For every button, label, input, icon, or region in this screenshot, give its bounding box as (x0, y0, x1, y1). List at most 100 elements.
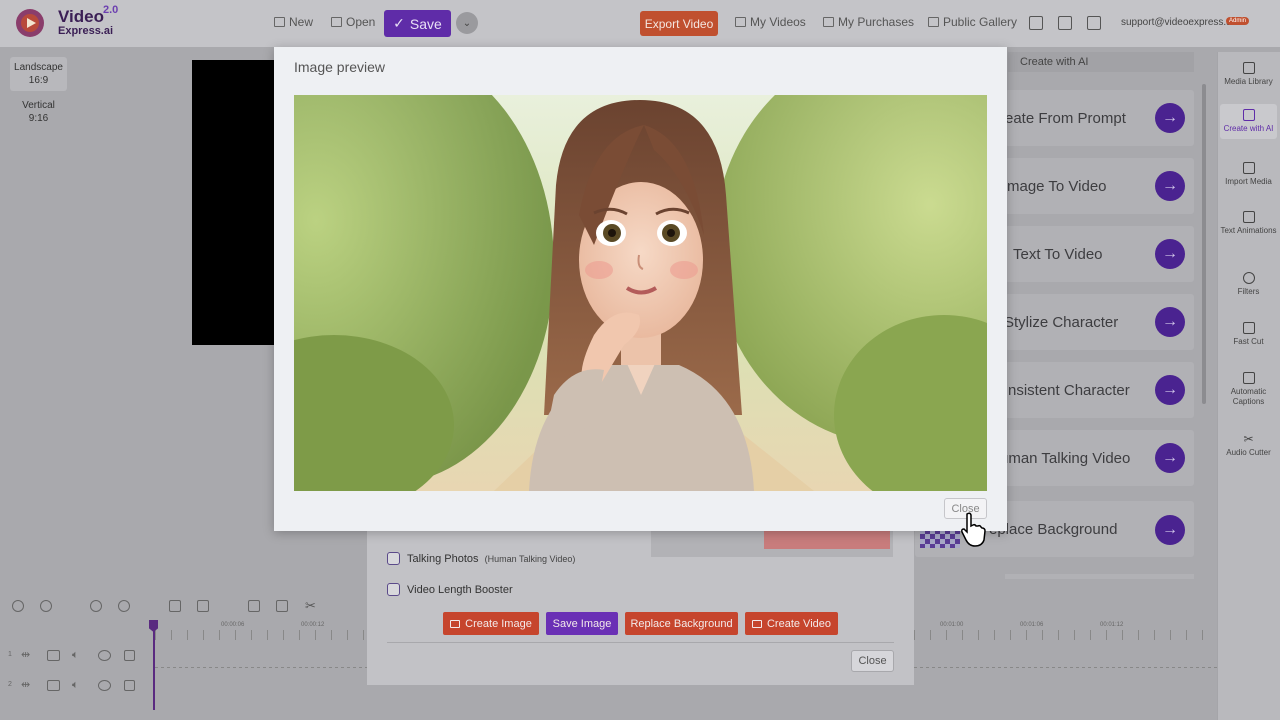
split-icon[interactable]: ⇹ (21, 650, 34, 661)
length-booster-label: Video Length Booster (407, 584, 513, 596)
lock-icon[interactable] (47, 680, 60, 691)
playhead[interactable] (153, 621, 155, 710)
modal-title: Image preview (294, 59, 386, 75)
replace-background-button[interactable]: Replace Background (625, 612, 738, 635)
admin-badge: Admin (1226, 17, 1250, 25)
track-number: 2 (8, 681, 12, 688)
chat-icon[interactable] (1058, 16, 1072, 30)
video-canvas[interactable] (192, 60, 274, 345)
track-divider (155, 667, 367, 668)
timeline-ruler[interactable] (155, 630, 367, 640)
sidebar-item-captions[interactable]: Automatic Captions (1220, 372, 1277, 407)
arrow-right-icon[interactable]: → (1155, 307, 1185, 337)
tick-label: 00:00:06 (221, 622, 245, 628)
my-videos-label: My Videos (750, 15, 806, 29)
talking-photos-label: Talking Photos (Human Talking Video) (407, 553, 575, 565)
right-panel-title: Create with AI (1008, 52, 1194, 72)
sidebar-item-import[interactable]: Import Media (1220, 162, 1277, 187)
create-video-button[interactable]: Create Video (745, 612, 838, 635)
right-panel-scrollbar[interactable] (1202, 84, 1206, 404)
my-purchases-label: My Purchases (838, 15, 915, 29)
create-image-button[interactable]: Create Image (443, 612, 539, 635)
length-booster-checkbox[interactable] (387, 583, 400, 596)
split-icon[interactable]: ⇹ (21, 680, 34, 691)
document-icon[interactable] (1087, 16, 1101, 30)
timeline-ruler[interactable] (914, 630, 1217, 640)
film-icon (1242, 211, 1255, 223)
ai-card-label: mage To Video (1007, 178, 1107, 195)
scissors-icon: ✂ (1243, 432, 1254, 446)
my-purchases-link[interactable]: My Purchases (823, 15, 914, 29)
folder-icon (331, 17, 342, 27)
undo-icon[interactable] (12, 600, 24, 612)
trash-icon[interactable] (124, 650, 135, 661)
video-icon (735, 17, 746, 27)
aspect-vertical[interactable]: Vertical 9:16 (10, 95, 67, 129)
open-button[interactable]: Open (331, 15, 375, 29)
chevron-down-icon: ⌄ (462, 17, 472, 29)
tick-label: 00:01:06 (1020, 622, 1044, 628)
sidebar-item-label: Text Animations (1220, 226, 1277, 235)
redo-icon[interactable] (40, 600, 52, 612)
copy-icon[interactable] (248, 600, 260, 612)
logo-icon (16, 9, 44, 37)
sidebar-item-filters[interactable]: Filters (1220, 272, 1277, 297)
arrow-right-icon[interactable]: → (1155, 443, 1185, 473)
logo-line2: Express.ai (58, 25, 114, 37)
split-down-icon[interactable] (169, 600, 181, 612)
new-button[interactable]: New (274, 15, 313, 29)
sidebar-item-label: Media Library (1224, 77, 1273, 86)
captions-icon (1242, 372, 1255, 384)
save-dropdown-button[interactable]: ⌄ (456, 12, 478, 34)
save-button[interactable]: ✓ Save (384, 10, 451, 37)
aspect-landscape-ratio: 16:9 (28, 75, 49, 86)
paste-icon[interactable] (276, 600, 288, 612)
fast-cut-icon (1242, 322, 1255, 334)
my-videos-link[interactable]: My Videos (735, 15, 806, 29)
arrow-right-icon[interactable]: → (1155, 239, 1185, 269)
create-image-label: Create Image (465, 617, 532, 630)
volume-icon[interactable]: 🔈︎ (72, 680, 85, 691)
talking-photos-sub: (Human Talking Video) (484, 554, 576, 564)
save-button-label: Save (409, 15, 442, 32)
sidebar-item-audio-cutter[interactable]: ✂ Audio Cutter (1220, 433, 1277, 458)
transparency-icon (920, 529, 960, 548)
aspect-landscape-name: Landscape (14, 62, 63, 73)
sidebar-item-fast-cut[interactable]: Fast Cut (1220, 322, 1277, 347)
public-gallery-link[interactable]: Public Gallery (928, 15, 1017, 29)
open-button-label: Open (346, 15, 376, 29)
lock-icon[interactable] (47, 650, 60, 661)
graduation-cap-icon[interactable] (1029, 16, 1043, 30)
trash-icon[interactable] (124, 680, 135, 691)
aspect-landscape[interactable]: Landscape 16:9 (10, 57, 67, 91)
arrow-right-icon[interactable]: → (1155, 103, 1185, 133)
talking-photos-checkbox[interactable] (387, 552, 400, 565)
zoom-in-icon[interactable] (118, 600, 130, 612)
eye-icon[interactable] (98, 680, 111, 691)
eye-icon[interactable] (98, 650, 111, 661)
arrow-right-icon[interactable]: → (1155, 515, 1185, 545)
tick-label: 00:01:00 (940, 622, 964, 628)
split-up-icon[interactable] (197, 600, 209, 612)
ai-card-next (1005, 574, 1194, 579)
export-video-button[interactable]: Export Video (640, 11, 718, 36)
sidebar-item-label: Audio Cutter (1226, 448, 1271, 457)
ai-card-label: Stylize Character (1004, 314, 1119, 331)
zoom-out-icon[interactable] (90, 600, 102, 612)
sidebar-item-create-ai[interactable]: Create with AI (1220, 104, 1277, 139)
volume-icon[interactable]: 🔈︎ (72, 650, 85, 661)
arrow-right-icon[interactable]: → (1155, 171, 1185, 201)
sidebar-item-text-animations[interactable]: Text Animations (1220, 211, 1277, 236)
arrow-right-icon[interactable]: → (1155, 375, 1185, 405)
aspect-vertical-ratio: 9:16 (28, 113, 49, 124)
save-image-button[interactable]: Save Image (546, 612, 618, 635)
user-email[interactable]: support@videoexpress.ai (1121, 17, 1234, 28)
result-thumbnail[interactable] (764, 530, 890, 549)
dialog-close-button[interactable]: Close (851, 650, 894, 672)
public-gallery-label: Public Gallery (943, 15, 1018, 29)
cut-icon[interactable]: ✂ (305, 598, 316, 614)
sidebar-item-media-library[interactable]: Media Library (1220, 62, 1277, 87)
dialog-divider (387, 642, 894, 643)
track-divider (914, 667, 1217, 668)
gallery-icon (928, 17, 939, 27)
